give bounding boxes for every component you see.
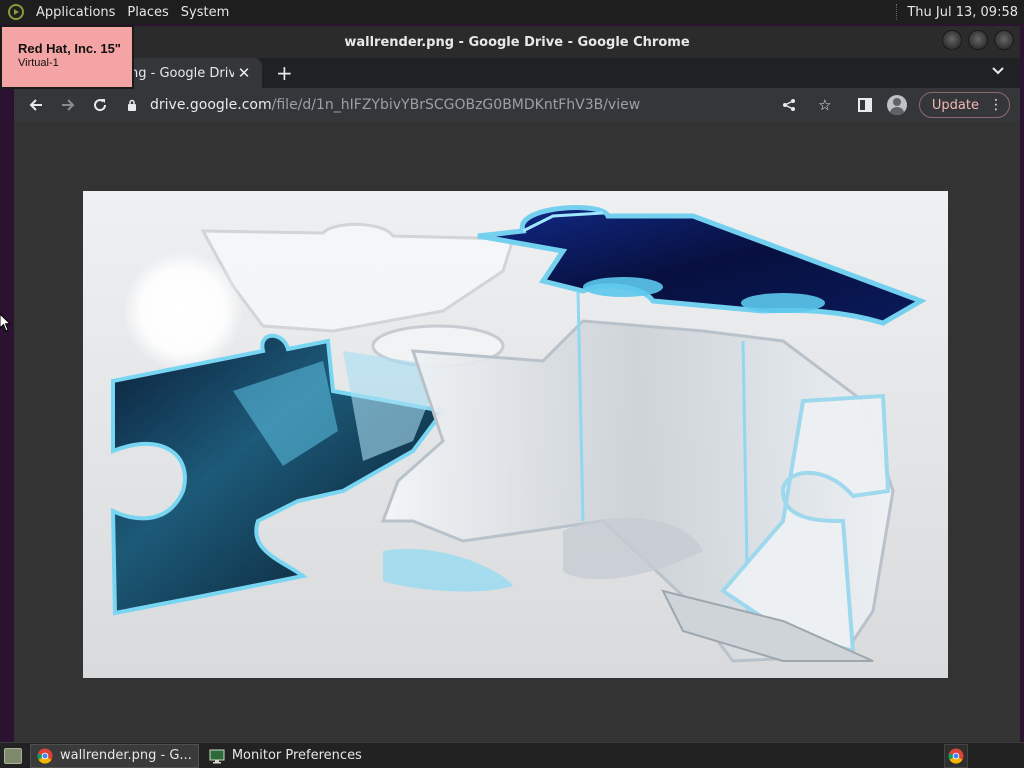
address-bar[interactable]: drive.google.com/file/d/1n_hIFZYbivYBrSC… xyxy=(124,91,784,119)
taskbar-item-monitor-preferences[interactable]: Monitor Preferences xyxy=(203,745,368,767)
taskbar-item-label: Monitor Preferences xyxy=(231,748,362,763)
applications-menu[interactable]: Applications xyxy=(32,5,123,20)
chrome-window: wallrender.png - Google Drive - Google C… xyxy=(14,26,1020,742)
system-menu[interactable]: System xyxy=(177,5,237,20)
tab-title: ng - Google Drive xyxy=(130,65,234,81)
new-tab-button[interactable]: + xyxy=(276,62,293,84)
reload-icon xyxy=(94,99,107,112)
image-preview[interactable] xyxy=(83,191,948,678)
monitor-identify-label: Red Hat, Inc. 15" Virtual-1 xyxy=(0,25,134,89)
panel-separator xyxy=(896,4,899,20)
forward-button[interactable] xyxy=(52,91,84,119)
avatar-icon xyxy=(886,95,907,115)
lock-icon[interactable] xyxy=(124,99,140,111)
monitor-name: Red Hat, Inc. 15" xyxy=(18,41,121,56)
drive-file-viewer xyxy=(14,122,1020,742)
toolbar-actions: ☆ Update ⋮ xyxy=(775,91,1010,119)
puzzle-wallpaper-image xyxy=(83,191,948,678)
monitor-connector: Virtual-1 xyxy=(18,57,59,69)
desktop-background[interactable] xyxy=(0,24,14,742)
back-button[interactable] xyxy=(20,91,52,119)
arrow-right-icon xyxy=(62,99,75,111)
kebab-menu-icon[interactable]: ⋮ xyxy=(989,97,1003,113)
minimize-button[interactable] xyxy=(942,30,962,50)
tab-search-chevron-icon[interactable] xyxy=(992,64,1004,79)
tab-close-icon[interactable]: ✕ xyxy=(234,64,254,82)
reload-button[interactable] xyxy=(84,91,116,119)
monitor-icon xyxy=(209,748,225,764)
show-desktop-icon[interactable] xyxy=(4,747,22,764)
bookmark-star-icon[interactable]: ☆ xyxy=(811,91,839,119)
places-menu[interactable]: Places xyxy=(123,5,176,20)
top-panel: Applications Places System Thu Jul 13, 0… xyxy=(0,0,1024,24)
update-label: Update xyxy=(931,97,979,113)
maximize-button[interactable] xyxy=(968,30,988,50)
tab-strip: ng - Google Drive ✕ + xyxy=(14,58,1020,88)
url-path: /file/d/1n_hIFZYbivYBrSCGOBzG0BMDKntFhV3… xyxy=(271,97,641,113)
taskbar-item-chrome[interactable]: wallrender.png - G... xyxy=(30,743,199,768)
tray-chrome-icon[interactable] xyxy=(944,743,968,768)
gnome-foot-icon[interactable] xyxy=(8,4,24,20)
close-window-button[interactable] xyxy=(994,30,1014,50)
arrow-left-icon xyxy=(29,99,42,111)
window-titlebar[interactable]: wallrender.png - Google Drive - Google C… xyxy=(14,26,1020,58)
share-icon[interactable] xyxy=(775,91,803,119)
window-title: wallrender.png - Google Drive - Google C… xyxy=(344,34,690,50)
update-button[interactable]: Update ⋮ xyxy=(918,92,1010,118)
clock[interactable]: Thu Jul 13, 09:58 xyxy=(907,5,1024,20)
profile-button[interactable] xyxy=(883,91,911,119)
side-panel-icon[interactable] xyxy=(851,91,879,119)
url-host: drive.google.com xyxy=(150,97,272,113)
window-controls xyxy=(942,30,1014,50)
mouse-pointer-icon xyxy=(0,314,12,332)
bottom-taskbar: wallrender.png - G... Monitor Preference… xyxy=(0,742,1024,768)
taskbar-item-label: wallrender.png - G... xyxy=(60,748,192,763)
browser-toolbar: drive.google.com/file/d/1n_hIFZYbivYBrSC… xyxy=(14,88,1020,122)
chrome-icon xyxy=(37,748,53,764)
